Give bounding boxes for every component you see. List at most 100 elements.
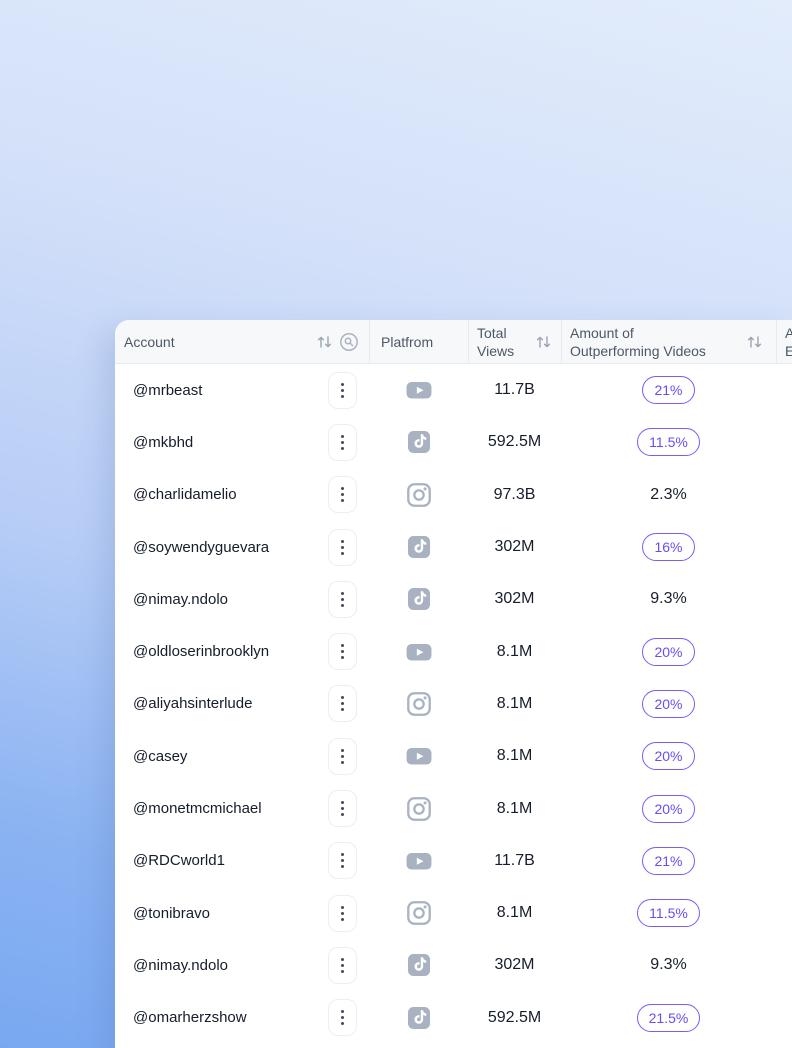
instagram-icon [406,900,432,926]
column-header-total-views[interactable]: Total Views [468,320,561,363]
account-handle: @soywendyguevara [133,539,269,556]
column-label-account: Account [124,334,175,350]
table-row: @tonibravo [115,887,792,939]
sort-icon[interactable] [535,335,552,349]
table-row: @monetmcmichael [115,782,792,834]
outperforming-value: 11.5% [637,899,700,927]
column-header-platform[interactable]: Platfrom [369,320,468,363]
table-row: @aliyahsinterlude [115,678,792,730]
outperforming-value: 20% [642,638,694,666]
column-label-outperforming-line2: Outperforming Videos [570,342,706,360]
kebab-icon [341,487,344,502]
table-body: @mrbeast [115,364,792,1044]
row-menu-button[interactable] [328,424,357,461]
account-handle: @omarherzshow [133,1009,247,1026]
account-handle: @mrbeast [133,382,202,399]
total-views-value: 8.1M [497,904,533,921]
table-row: @mrbeast [115,364,792,416]
total-views-value: 302M [494,538,534,555]
outperforming-value: 21.5% [637,1004,701,1032]
row-menu-button[interactable] [328,685,357,722]
youtube-icon [406,377,432,403]
table-row: @RDCworld1 [115,835,792,887]
outperforming-value: 20% [642,795,694,823]
total-views-value: 302M [494,956,534,973]
account-handle: @monetmcmichael [133,800,262,817]
column-label-total-views-line2: Views [477,342,514,360]
account-handle: @casey [133,748,187,765]
youtube-icon [406,639,432,665]
youtube-icon [406,848,432,874]
table-row: @nimay.ndolo [115,939,792,991]
kebab-icon [341,540,344,555]
account-handle: @oldloserinbrooklyn [133,643,269,660]
column-label-clipped-line1: A [785,324,792,342]
account-handle: @nimay.ndolo [133,957,228,974]
row-menu-button[interactable] [328,790,357,827]
outperforming-value: 9.3% [650,590,686,608]
total-views-value: 8.1M [497,800,533,817]
kebab-icon [341,749,344,764]
table-header-row: Account Platfrom [115,320,792,364]
kebab-icon [341,1010,344,1025]
table-row: @soywendyguevara [115,521,792,573]
tiktok-icon [407,1006,431,1030]
row-menu-button[interactable] [328,372,357,409]
row-menu-button[interactable] [328,999,357,1036]
outperforming-value: 21% [642,847,694,875]
tiktok-icon [407,430,431,454]
instagram-icon [406,691,432,717]
row-menu-button[interactable] [328,476,357,513]
total-views-value: 302M [494,590,534,607]
sort-icon[interactable] [316,335,333,349]
kebab-icon [341,383,344,398]
account-handle: @tonibravo [133,905,210,922]
total-views-value: 8.1M [497,747,533,764]
outperforming-value: 9.3% [650,956,686,974]
account-handle: @RDCworld1 [133,852,225,869]
tiktok-icon [407,587,431,611]
youtube-icon [406,743,432,769]
accounts-table-card: Account Platfrom [115,320,792,1048]
instagram-icon [406,796,432,822]
row-menu-button[interactable] [328,633,357,670]
search-in-circle-icon[interactable] [339,332,359,352]
total-views-value: 11.7B [494,381,535,398]
column-header-account[interactable]: Account [115,320,369,363]
kebab-icon [341,906,344,921]
table-row: @omarherzshow [115,992,792,1044]
table-row: @nimay.ndolo [115,573,792,625]
row-menu-button[interactable] [328,895,357,932]
outperforming-value: 16% [642,533,694,561]
row-menu-button[interactable] [328,842,357,879]
tiktok-icon [407,953,431,977]
table-row: @casey [115,730,792,782]
row-menu-button[interactable] [328,529,357,566]
row-menu-button[interactable] [328,947,357,984]
tiktok-icon [407,535,431,559]
total-views-value: 97.3B [494,486,536,503]
total-views-value: 592.5M [488,1009,541,1026]
total-views-value: 8.1M [497,695,533,712]
table-row: @charlidamelio [115,469,792,521]
account-handle: @aliyahsinterlude [133,695,252,712]
outperforming-value: 20% [642,742,694,770]
outperforming-value: 21% [642,376,694,404]
sort-icon[interactable] [746,335,763,349]
total-views-value: 11.7B [494,852,535,869]
account-handle: @nimay.ndolo [133,591,228,608]
kebab-icon [341,958,344,973]
kebab-icon [341,435,344,450]
total-views-value: 8.1M [497,643,533,660]
column-label-clipped-line2: E [785,342,792,360]
kebab-icon [341,853,344,868]
outperforming-value: 20% [642,690,694,718]
column-header-clipped[interactable]: A E [776,320,792,363]
column-header-outperforming[interactable]: Amount of Outperforming Videos [561,320,776,363]
row-menu-button[interactable] [328,738,357,775]
table-row: @mkbhd [115,416,792,468]
kebab-icon [341,696,344,711]
total-views-value: 592.5M [488,433,541,450]
kebab-icon [341,801,344,816]
row-menu-button[interactable] [328,581,357,618]
